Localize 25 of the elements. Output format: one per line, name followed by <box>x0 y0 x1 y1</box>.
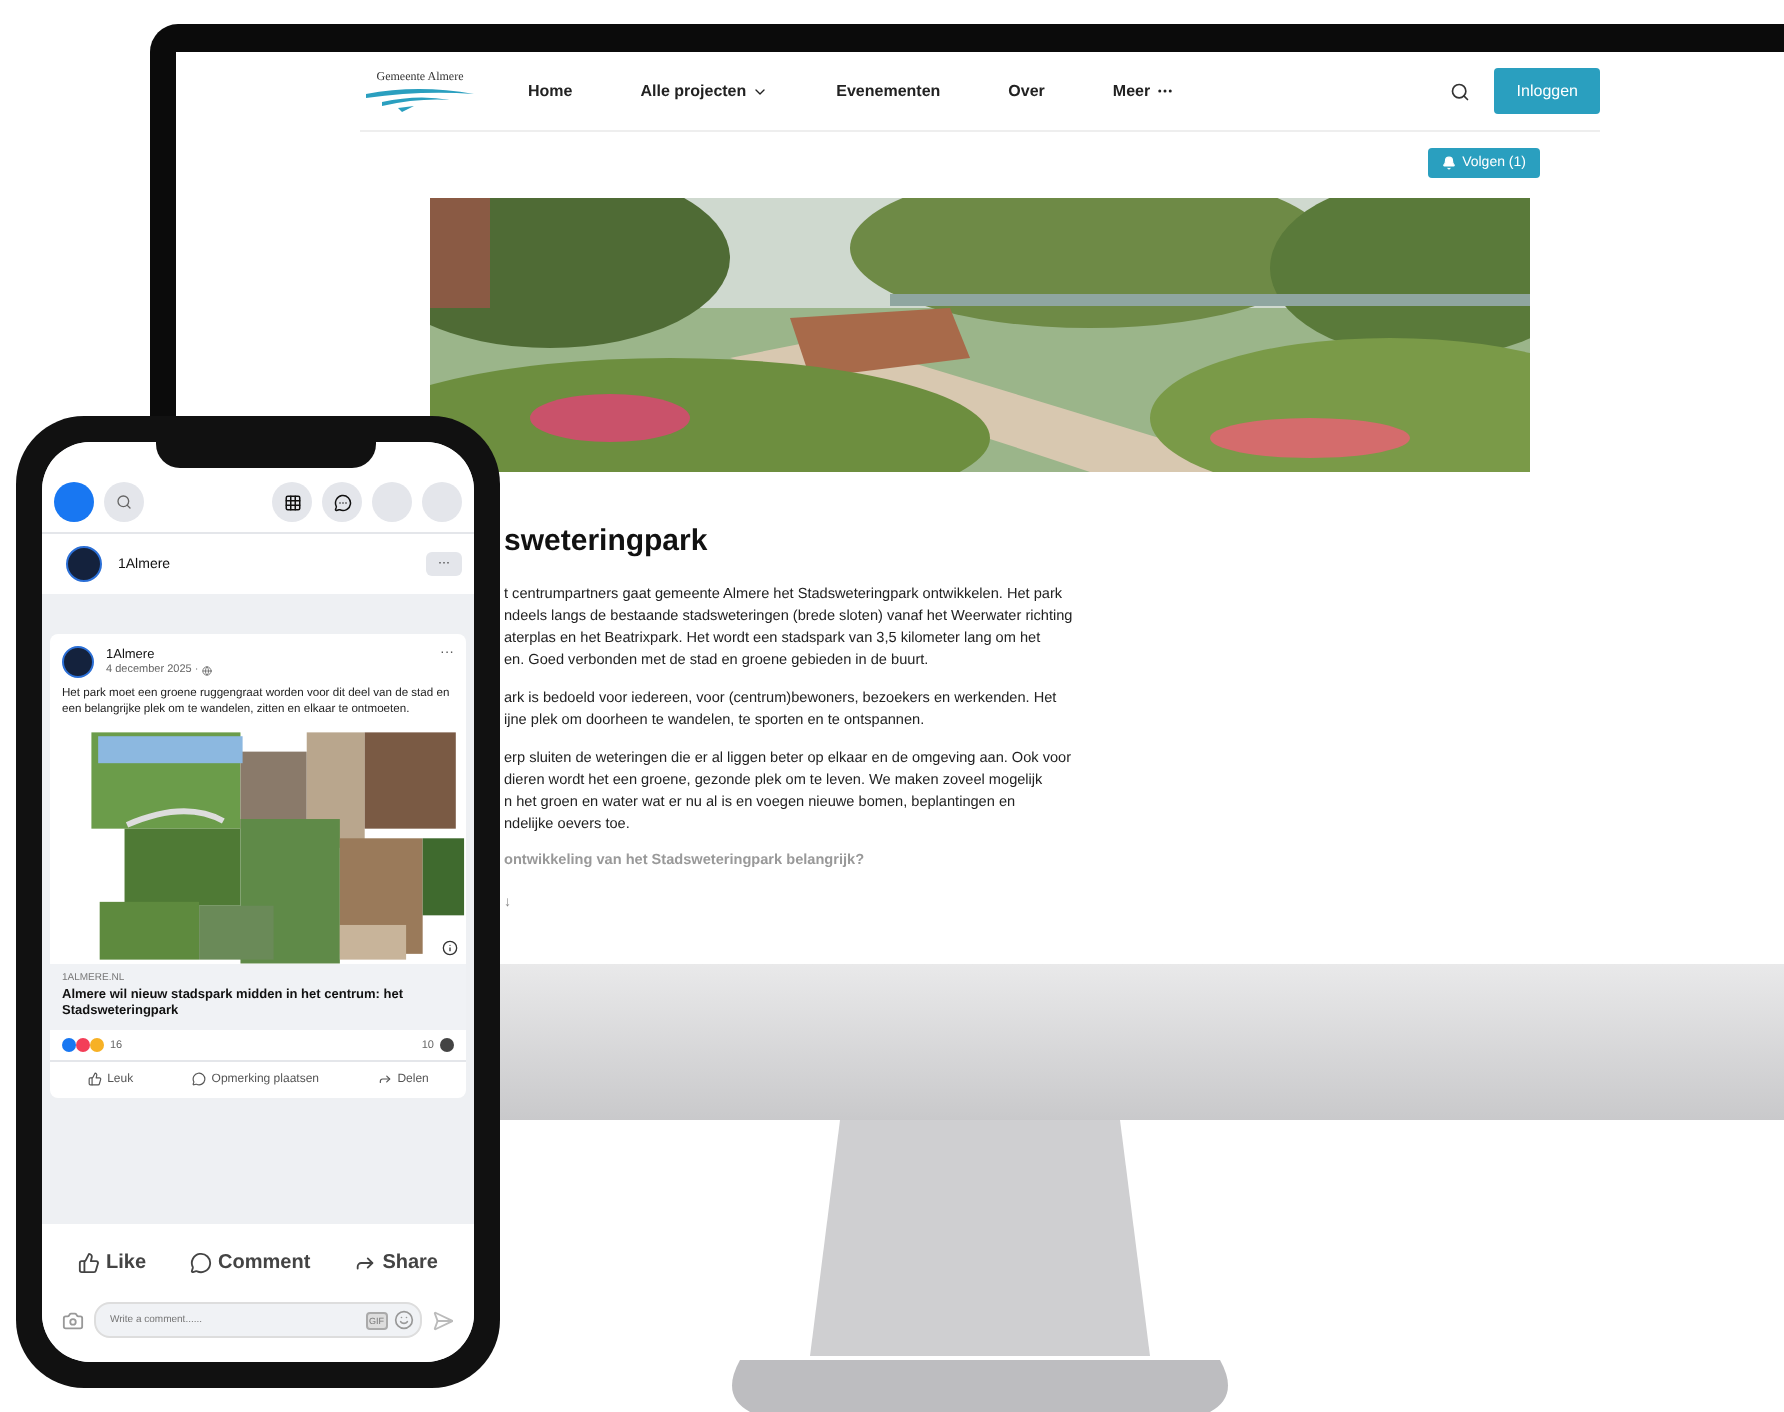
nav-link[interactable]: Home <box>528 82 573 100</box>
nav-link[interactable]: Evenementen <box>836 82 941 100</box>
action-button[interactable]: Like <box>78 1252 147 1274</box>
nav-link[interactable]: Meer <box>1112 82 1175 100</box>
article-heading: sweteringpark <box>504 524 710 558</box>
globe-icon <box>202 665 213 675</box>
grid-icon[interactable] <box>272 482 312 522</box>
speech-bubble-icon <box>190 1252 213 1274</box>
reaction-icons <box>62 1038 104 1052</box>
camera-icon[interactable] <box>62 1309 84 1331</box>
share-arrow-icon <box>354 1252 377 1274</box>
smiley-icon[interactable] <box>394 1310 414 1330</box>
thumbs-up-icon <box>78 1252 100 1274</box>
thumbs-up-icon <box>87 1072 102 1086</box>
messenger-icon[interactable] <box>322 482 362 522</box>
bell-icon <box>1442 156 1457 170</box>
share-arrow-icon <box>377 1072 392 1086</box>
speech-bubble-icon <box>191 1072 206 1086</box>
author-avatar[interactable] <box>62 646 94 678</box>
action-button[interactable]: Comment <box>190 1252 311 1274</box>
nav-link[interactable]: Alle projecten <box>640 82 769 100</box>
nav-link[interactable]: Over <box>1008 82 1045 100</box>
page-avatar[interactable] <box>66 546 102 582</box>
action-button[interactable]: Share <box>354 1252 438 1274</box>
search-icon[interactable] <box>1450 81 1471 101</box>
